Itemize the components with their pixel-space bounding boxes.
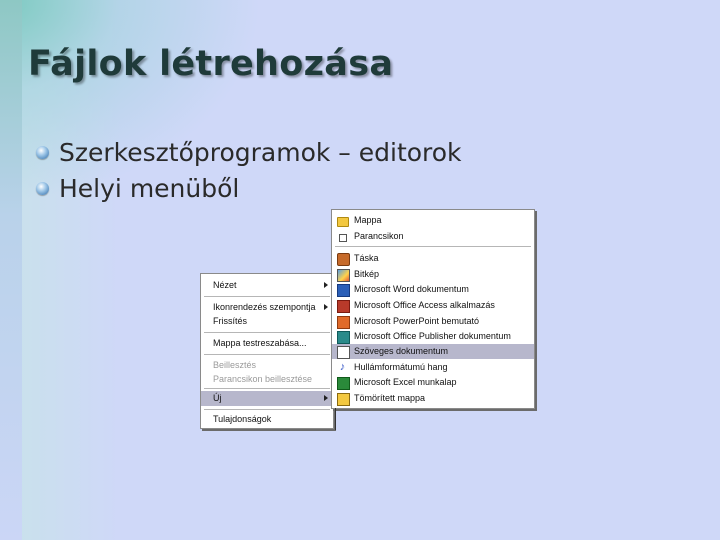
submenu-item-wave-sound[interactable]: ♪ Hullámformátumú hang [332,360,534,375]
submenu-item-label: Microsoft PowerPoint bemutató [354,316,480,326]
bullet-list: Szerkesztőprogramok – editorok Helyi men… [36,134,462,206]
menu-item-customize-folder[interactable]: Mappa testreszabása... [201,336,333,351]
wave-sound-icon: ♪ [339,361,346,373]
window-edge-line [335,408,336,430]
publisher-icon [337,331,350,344]
submenu-item-label: Microsoft Office Publisher dokumentum [354,331,511,341]
context-menu: Nézet Ikonrendezés szempontja Frissítés … [200,273,334,429]
menu-item-properties[interactable]: Tulajdonságok [201,412,333,427]
submenu-item-text-document[interactable]: Szöveges dokumentum [332,344,534,359]
menu-separator [204,409,330,410]
menu-item-paste-shortcut[interactable]: Parancsikon beillesztése [201,372,333,387]
menu-item-new[interactable]: Új [201,391,333,406]
submenu-item-label: Mappa [354,215,382,225]
menu-item-arrange-icons[interactable]: Ikonrendezés szempontja [201,300,333,315]
powerpoint-icon [337,316,350,329]
slide-side-band [0,0,22,540]
submenu-item-bitmap[interactable]: Bitkép [332,267,534,282]
folder-icon [337,217,349,227]
menu-separator [204,388,330,389]
submenu-item-label: Microsoft Word dokumentum [354,284,469,294]
submenu-item-label: Microsoft Excel munkalap [354,377,457,387]
menu-item-label: Nézet [213,280,237,290]
excel-icon [337,377,350,390]
shortcut-icon [339,234,347,242]
submenu-item-briefcase[interactable]: Táska [332,251,534,266]
submenu-item-label: Szöveges dokumentum [354,346,449,356]
menu-item-label: Frissítés [213,316,248,326]
menu-item-label: Ikonrendezés szempontja [213,302,316,312]
menu-item-label: Új [213,393,222,403]
submenu-item-word[interactable]: Microsoft Word dokumentum [332,282,534,297]
submenu-arrow-icon [324,282,328,288]
menu-item-paste[interactable]: Beillesztés [201,358,333,373]
bullet-item: Helyi menüből [36,170,462,206]
submenu-item-publisher[interactable]: Microsoft Office Publisher dokumentum [332,329,534,344]
menu-item-label: Tulajdonságok [213,414,272,424]
menu-separator [335,246,531,247]
submenu-arrow-icon [324,395,328,401]
submenu-item-label: Tömörített mappa [354,393,426,403]
submenu-arrow-icon [324,304,328,310]
compressed-folder-icon [337,393,350,406]
submenu-item-label: Bitkép [354,269,380,279]
menu-item-label: Beillesztés [213,360,257,370]
menu-item-refresh[interactable]: Frissítés [201,314,333,329]
bullet-icon [36,145,49,159]
bullet-icon [36,181,49,195]
bullet-item: Szerkesztőprogramok – editorok [36,134,462,170]
slide-title: Fájlok létrehozása [28,44,394,84]
submenu-item-label: Microsoft Office Access alkalmazás [354,300,495,310]
submenu-item-compressed-folder[interactable]: Tömörített mappa [332,391,534,406]
submenu-item-label: Hullámformátumú hang [354,362,448,372]
menu-item-view[interactable]: Nézet [201,278,333,293]
submenu-item-powerpoint[interactable]: Microsoft PowerPoint bemutató [332,314,534,329]
submenu-item-excel[interactable]: Microsoft Excel munkalap [332,375,534,390]
new-submenu: Mappa Parancsikon Táska Bitkép Microsoft… [331,209,535,409]
bullet-text: Szerkesztőprogramok – editorok [59,137,462,167]
bitmap-icon [337,269,350,282]
submenu-item-access[interactable]: Microsoft Office Access alkalmazás [332,298,534,313]
submenu-item-folder[interactable]: Mappa [332,213,534,228]
menu-separator [204,296,330,297]
submenu-item-label: Parancsikon [354,231,404,241]
briefcase-icon [337,253,350,266]
menu-separator [204,332,330,333]
submenu-item-label: Táska [354,253,379,263]
word-icon [337,284,350,297]
submenu-item-shortcut[interactable]: Parancsikon [332,229,534,244]
bullet-text: Helyi menüből [59,173,240,203]
access-icon [337,300,350,313]
menu-item-label: Parancsikon beillesztése [213,374,313,384]
menu-item-label: Mappa testreszabása... [213,338,307,348]
text-document-icon [337,346,350,359]
menu-separator [204,354,330,355]
